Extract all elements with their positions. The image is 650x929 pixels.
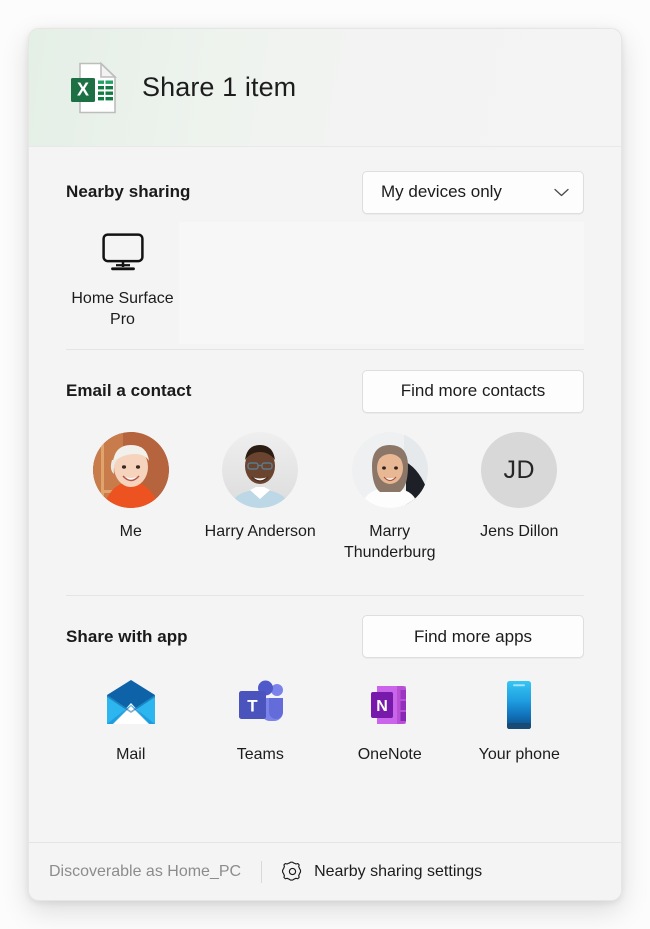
section-divider-nearby	[66, 349, 584, 350]
app-teams[interactable]: T Teams	[196, 678, 326, 764]
contact-marry-thunderburg[interactable]: Marry Thunderburg	[325, 432, 455, 564]
contact-harry-anderson[interactable]: Harry Anderson	[196, 432, 326, 564]
contact-jens-dillon[interactable]: JD Jens Dillon	[455, 432, 585, 564]
contacts-section-header: Email a contact Find more contacts	[66, 368, 584, 414]
avatar-initials-text: JD	[503, 455, 536, 484]
find-more-contacts-label: Find more contacts	[400, 381, 546, 400]
section-divider-contacts	[66, 594, 584, 596]
avatar: JD	[481, 432, 558, 508]
page-title: Share 1 item	[142, 72, 297, 102]
find-more-apps-button[interactable]: Find more apps	[362, 615, 584, 659]
dialog-footer: Discoverable as Home_PC Nearby sharing s…	[29, 842, 621, 900]
app-onenote[interactable]: N OneNote	[325, 678, 455, 764]
avatar	[222, 432, 299, 508]
nearby-sharing-scope-value: My devices only	[381, 182, 502, 201]
mail-icon	[106, 679, 155, 724]
apps-section-header: Share with app Find more apps	[66, 614, 584, 660]
avatar	[351, 432, 428, 508]
app-label: OneNote	[357, 745, 422, 763]
contact-label: Me	[119, 523, 142, 540]
contacts-title: Email a contact	[66, 381, 192, 400]
app-mail[interactable]: Mail	[66, 678, 196, 764]
dialog-body: Nearby sharing My devices only Home Surf…	[29, 147, 621, 842]
apps-title: Share with app	[66, 626, 188, 646]
apps-list: Mail T Teams N OneNote Your phone	[66, 678, 584, 764]
svg-text:N: N	[376, 698, 388, 715]
nearby-sharing-scope-dropdown[interactable]: My devices only	[362, 170, 584, 214]
teams-icon: T	[239, 680, 284, 721]
contact-label: Harry Anderson	[204, 523, 316, 540]
avatar	[92, 432, 169, 508]
app-label: Your phone	[478, 745, 560, 763]
excel-file-icon: X	[71, 61, 117, 113]
onenote-icon: N	[370, 685, 406, 724]
nearby-sharing-section-header: Nearby sharing My devices only	[66, 169, 584, 215]
app-label: Mail	[116, 745, 146, 763]
contact-me[interactable]: Me	[66, 432, 196, 564]
contact-label: Marry Thunderburg	[343, 523, 436, 562]
your-phone-icon	[507, 680, 532, 729]
nearby-devices-list: Home Surface Pro	[66, 222, 584, 349]
contact-label: Jens Dillon	[480, 523, 559, 540]
discoverable-status: Discoverable as Home_PC	[49, 862, 242, 880]
contacts-list: Me Harry Anderson Marry Thunderburg JD J…	[66, 432, 584, 564]
gear-icon	[282, 861, 302, 881]
nearby-device-label: Home Surface Pro	[71, 290, 174, 329]
svg-text:X: X	[77, 79, 89, 99]
app-your-phone[interactable]: Your phone	[455, 678, 585, 764]
screen: X Share 1 item Nearby sharing My devices…	[0, 0, 650, 929]
nearby-sharing-settings-label: Nearby sharing settings	[314, 862, 483, 880]
app-label: Teams	[236, 745, 284, 763]
find-more-contacts-button[interactable]: Find more contacts	[362, 369, 584, 413]
dialog-header: X Share 1 item	[29, 29, 621, 147]
share-dialog: X Share 1 item Nearby sharing My devices…	[28, 28, 622, 901]
chevron-down-icon	[554, 188, 569, 196]
nearby-sharing-settings-link[interactable]: Nearby sharing settings	[282, 861, 482, 882]
monitor-icon	[101, 233, 144, 271]
nearby-sharing-title: Nearby sharing	[66, 182, 191, 201]
find-more-apps-label: Find more apps	[413, 626, 533, 646]
nearby-device-home-surface-pro[interactable]: Home Surface Pro	[66, 222, 179, 330]
svg-text:T: T	[248, 696, 259, 715]
footer-separator	[261, 860, 263, 883]
